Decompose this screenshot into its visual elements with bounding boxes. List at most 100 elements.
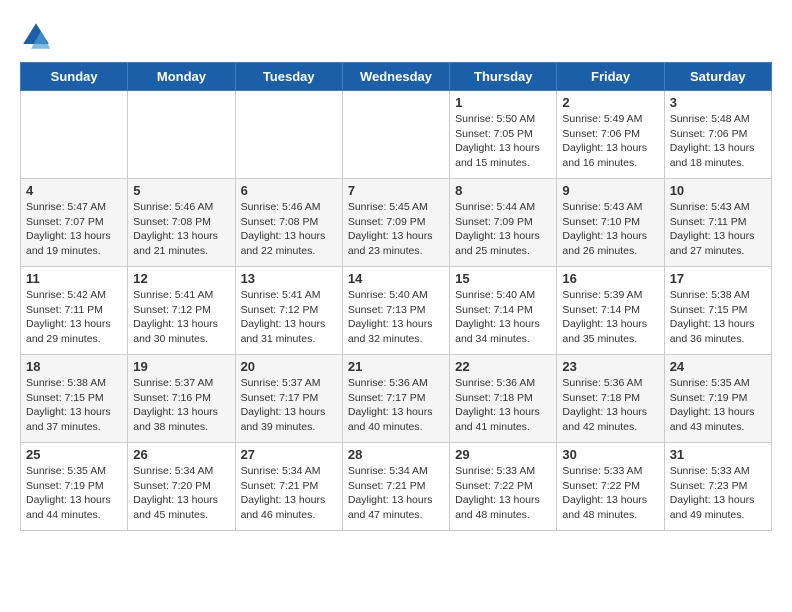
- day-number: 9: [562, 183, 658, 198]
- day-number: 2: [562, 95, 658, 110]
- day-info: Sunrise: 5:43 AM Sunset: 7:10 PM Dayligh…: [562, 200, 658, 259]
- day-info: Sunrise: 5:40 AM Sunset: 7:14 PM Dayligh…: [455, 288, 551, 347]
- day-info: Sunrise: 5:37 AM Sunset: 7:16 PM Dayligh…: [133, 376, 229, 435]
- calendar-cell: 4Sunrise: 5:47 AM Sunset: 7:07 PM Daylig…: [21, 179, 128, 267]
- calendar-cell: 30Sunrise: 5:33 AM Sunset: 7:22 PM Dayli…: [557, 443, 664, 531]
- calendar-cell: 10 Sunrise: 5:43 AM Sunset: 7:11 PM Dayli…: [664, 179, 771, 267]
- calendar-cell: 3Sunrise: 5:48 AM Sunset: 7:06 PM Daylig…: [664, 91, 771, 179]
- calendar-cell: 19 Sunrise: 5:37 AM Sunset: 7:16 PM Dayli…: [128, 355, 235, 443]
- calendar-cell: [128, 91, 235, 179]
- day-header: Friday: [557, 63, 664, 91]
- day-number: 28: [348, 447, 444, 462]
- day-number: 16: [562, 271, 658, 286]
- day-info: Sunrise: 5:35 AM Sunset: 7:19 PM Dayligh…: [670, 376, 766, 435]
- day-number: 27: [241, 447, 337, 462]
- day-number: 3: [670, 95, 766, 110]
- calendar-cell: 16Sunrise: 5:39 AM Sunset: 7:14 PM Dayli…: [557, 267, 664, 355]
- calendar-cell: 2 Sunrise: 5:49 AM Sunset: 7:06 PM Daylig…: [557, 91, 664, 179]
- day-number: 31: [670, 447, 766, 462]
- day-header: Thursday: [450, 63, 557, 91]
- day-header: Wednesday: [342, 63, 449, 91]
- calendar-cell: 26 Sunrise: 5:34 AM Sunset: 7:20 PM Dayli…: [128, 443, 235, 531]
- calendar-cell: 21 Sunrise: 5:36 AM Sunset: 7:17 PM Dayli…: [342, 355, 449, 443]
- calendar-week: 1 Sunrise: 5:50 AM Sunset: 7:05 PM Daylig…: [21, 91, 772, 179]
- calendar-week: 4Sunrise: 5:47 AM Sunset: 7:07 PM Daylig…: [21, 179, 772, 267]
- day-number: 15: [455, 271, 551, 286]
- day-number: 1: [455, 95, 551, 110]
- day-info: Sunrise: 5:44 AM Sunset: 7:09 PM Dayligh…: [455, 200, 551, 259]
- day-header: Monday: [128, 63, 235, 91]
- day-number: 26: [133, 447, 229, 462]
- calendar-cell: 18 Sunrise: 5:38 AM Sunset: 7:15 PM Dayli…: [21, 355, 128, 443]
- calendar-cell: 11 Sunrise: 5:42 AM Sunset: 7:11 PM Dayli…: [21, 267, 128, 355]
- calendar-cell: 1 Sunrise: 5:50 AM Sunset: 7:05 PM Daylig…: [450, 91, 557, 179]
- day-info: Sunrise: 5:41 AM Sunset: 7:12 PM Dayligh…: [133, 288, 229, 347]
- day-number: 24: [670, 359, 766, 374]
- day-number: 7: [348, 183, 444, 198]
- calendar: SundayMondayTuesdayWednesdayThursdayFrid…: [20, 62, 772, 531]
- header-row: SundayMondayTuesdayWednesdayThursdayFrid…: [21, 63, 772, 91]
- day-number: 6: [241, 183, 337, 198]
- day-info: Sunrise: 5:38 AM Sunset: 7:15 PM Dayligh…: [26, 376, 122, 435]
- calendar-cell: 17Sunrise: 5:38 AM Sunset: 7:15 PM Dayli…: [664, 267, 771, 355]
- calendar-cell: 22 Sunrise: 5:36 AM Sunset: 7:18 PM Dayli…: [450, 355, 557, 443]
- calendar-cell: [342, 91, 449, 179]
- day-info: Sunrise: 5:49 AM Sunset: 7:06 PM Dayligh…: [562, 112, 658, 171]
- calendar-body: 1 Sunrise: 5:50 AM Sunset: 7:05 PM Daylig…: [21, 91, 772, 531]
- day-number: 8: [455, 183, 551, 198]
- day-number: 22: [455, 359, 551, 374]
- day-info: Sunrise: 5:43 AM Sunset: 7:11 PM Dayligh…: [670, 200, 766, 259]
- day-info: Sunrise: 5:36 AM Sunset: 7:18 PM Dayligh…: [455, 376, 551, 435]
- day-number: 5: [133, 183, 229, 198]
- day-number: 21: [348, 359, 444, 374]
- calendar-cell: [235, 91, 342, 179]
- day-number: 29: [455, 447, 551, 462]
- calendar-cell: 31 Sunrise: 5:33 AM Sunset: 7:23 PM Dayli…: [664, 443, 771, 531]
- day-info: Sunrise: 5:40 AM Sunset: 7:13 PM Dayligh…: [348, 288, 444, 347]
- calendar-cell: 28Sunrise: 5:34 AM Sunset: 7:21 PM Dayli…: [342, 443, 449, 531]
- day-info: Sunrise: 5:33 AM Sunset: 7:23 PM Dayligh…: [670, 464, 766, 523]
- calendar-cell: 9 Sunrise: 5:43 AM Sunset: 7:10 PM Daylig…: [557, 179, 664, 267]
- calendar-cell: 6 Sunrise: 5:46 AM Sunset: 7:08 PM Daylig…: [235, 179, 342, 267]
- day-number: 23: [562, 359, 658, 374]
- calendar-cell: 20Sunrise: 5:37 AM Sunset: 7:17 PM Dayli…: [235, 355, 342, 443]
- day-header: Sunday: [21, 63, 128, 91]
- page-header: [20, 20, 772, 52]
- calendar-cell: 29 Sunrise: 5:33 AM Sunset: 7:22 PM Dayli…: [450, 443, 557, 531]
- day-info: Sunrise: 5:45 AM Sunset: 7:09 PM Dayligh…: [348, 200, 444, 259]
- day-number: 25: [26, 447, 122, 462]
- calendar-cell: 7 Sunrise: 5:45 AM Sunset: 7:09 PM Daylig…: [342, 179, 449, 267]
- calendar-cell: 24 Sunrise: 5:35 AM Sunset: 7:19 PM Dayli…: [664, 355, 771, 443]
- day-info: Sunrise: 5:35 AM Sunset: 7:19 PM Dayligh…: [26, 464, 122, 523]
- calendar-week: 18 Sunrise: 5:38 AM Sunset: 7:15 PM Dayli…: [21, 355, 772, 443]
- day-number: 11: [26, 271, 122, 286]
- day-info: Sunrise: 5:33 AM Sunset: 7:22 PM Dayligh…: [455, 464, 551, 523]
- day-number: 17: [670, 271, 766, 286]
- calendar-cell: 15 Sunrise: 5:40 AM Sunset: 7:14 PM Dayli…: [450, 267, 557, 355]
- calendar-week: 25 Sunrise: 5:35 AM Sunset: 7:19 PM Dayli…: [21, 443, 772, 531]
- day-header: Saturday: [664, 63, 771, 91]
- day-info: Sunrise: 5:34 AM Sunset: 7:20 PM Dayligh…: [133, 464, 229, 523]
- day-info: Sunrise: 5:46 AM Sunset: 7:08 PM Dayligh…: [241, 200, 337, 259]
- day-info: Sunrise: 5:34 AM Sunset: 7:21 PM Dayligh…: [241, 464, 337, 523]
- logo-icon: [20, 20, 52, 52]
- calendar-cell: 8 Sunrise: 5:44 AM Sunset: 7:09 PM Daylig…: [450, 179, 557, 267]
- day-number: 18: [26, 359, 122, 374]
- day-info: Sunrise: 5:36 AM Sunset: 7:17 PM Dayligh…: [348, 376, 444, 435]
- day-info: Sunrise: 5:37 AM Sunset: 7:17 PM Dayligh…: [241, 376, 337, 435]
- day-number: 13: [241, 271, 337, 286]
- day-number: 10: [670, 183, 766, 198]
- day-number: 19: [133, 359, 229, 374]
- calendar-week: 11 Sunrise: 5:42 AM Sunset: 7:11 PM Dayli…: [21, 267, 772, 355]
- calendar-header: SundayMondayTuesdayWednesdayThursdayFrid…: [21, 63, 772, 91]
- calendar-cell: 25 Sunrise: 5:35 AM Sunset: 7:19 PM Dayli…: [21, 443, 128, 531]
- day-header: Tuesday: [235, 63, 342, 91]
- day-info: Sunrise: 5:50 AM Sunset: 7:05 PM Dayligh…: [455, 112, 551, 171]
- day-info: Sunrise: 5:36 AM Sunset: 7:18 PM Dayligh…: [562, 376, 658, 435]
- day-info: Sunrise: 5:42 AM Sunset: 7:11 PM Dayligh…: [26, 288, 122, 347]
- calendar-cell: 14Sunrise: 5:40 AM Sunset: 7:13 PM Dayli…: [342, 267, 449, 355]
- calendar-cell: 12Sunrise: 5:41 AM Sunset: 7:12 PM Dayli…: [128, 267, 235, 355]
- calendar-cell: [21, 91, 128, 179]
- day-info: Sunrise: 5:46 AM Sunset: 7:08 PM Dayligh…: [133, 200, 229, 259]
- calendar-cell: 27 Sunrise: 5:34 AM Sunset: 7:21 PM Dayli…: [235, 443, 342, 531]
